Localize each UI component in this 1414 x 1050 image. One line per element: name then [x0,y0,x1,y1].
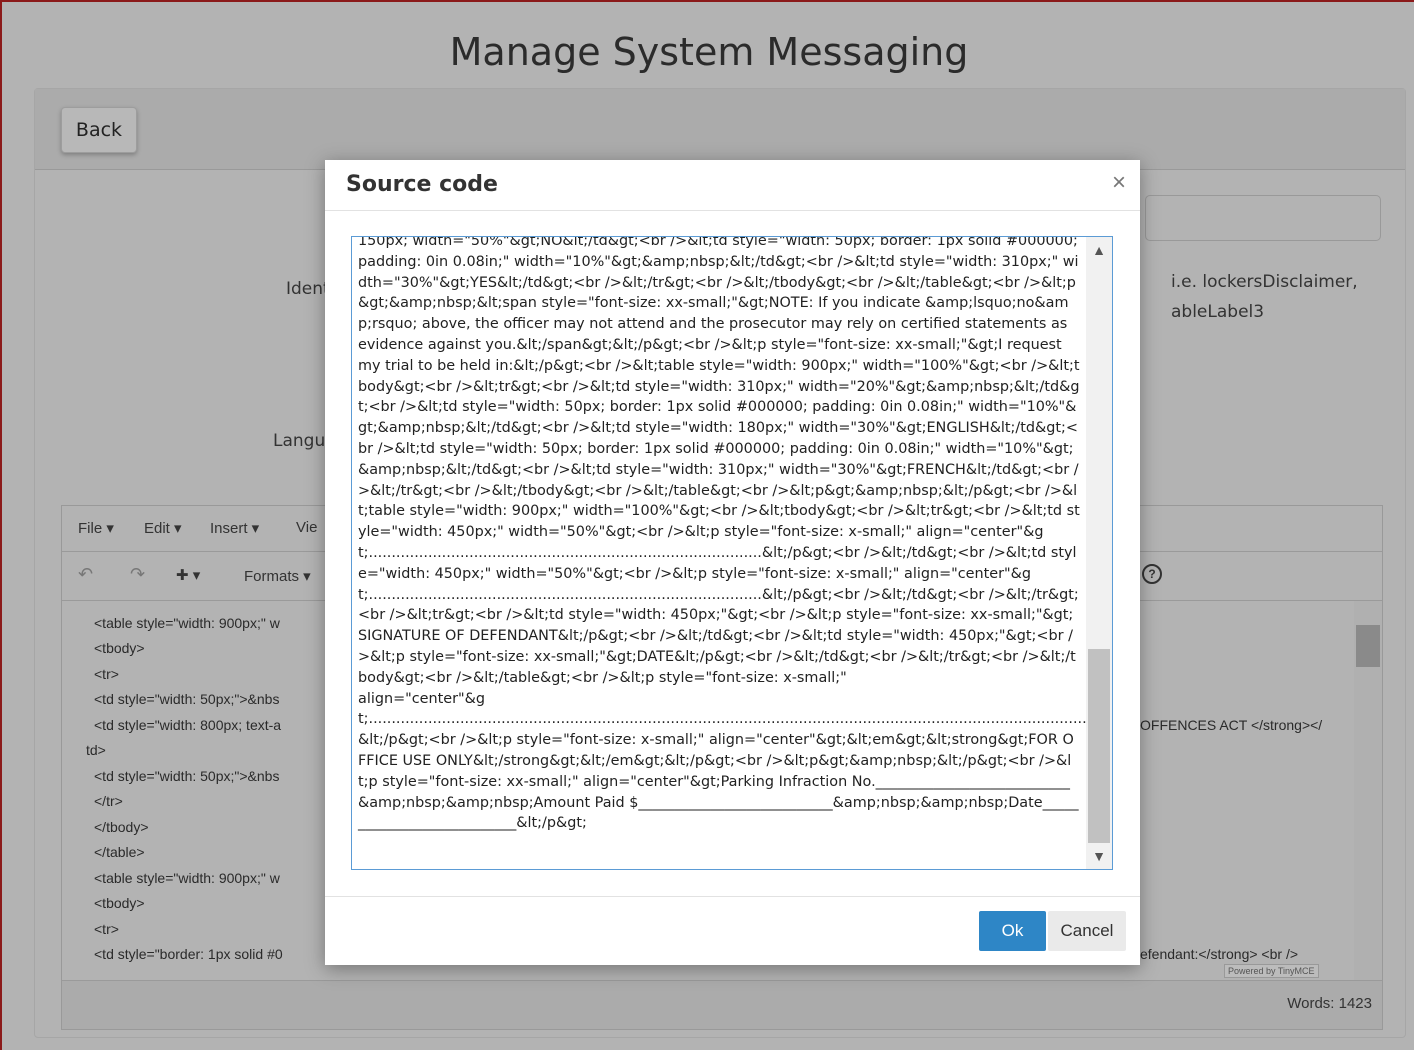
scroll-up-icon[interactable]: ▲ [1086,239,1112,261]
menu-file[interactable]: File ▾ [78,519,114,537]
title-input[interactable] [1145,195,1381,241]
cancel-button[interactable]: Cancel [1048,911,1126,951]
help-text-line-1: i.e. lockersDisclaimer, [1171,272,1358,292]
textarea-scrollbar[interactable]: ▲ ▼ [1086,237,1112,869]
dialog-footer: Ok Cancel [325,896,1140,965]
powered-by-badge[interactable]: Powered by TinyMCE [1224,964,1319,978]
close-icon[interactable]: × [1112,171,1126,195]
textarea-scrollbar-thumb[interactable] [1088,649,1110,843]
back-button[interactable]: Back [61,107,137,153]
editor-scrollbar[interactable] [1354,601,1382,981]
code-line: <tbody> [94,895,145,911]
dialog-title: Source code [346,172,498,197]
source-code-text[interactable]: 150px; width="50%"&gt;NO&lt;/td&gt;<br /… [358,237,1112,834]
editor-scrollbar-thumb[interactable] [1356,625,1380,667]
editor-statusbar: Words: 1423 [62,980,1382,1029]
code-line: <td style="width: 50px;">&nbs [94,768,280,784]
menu-insert[interactable]: Insert ▾ [210,519,259,537]
code-line: </table> [94,844,145,860]
code-line: td> [86,742,106,758]
help-icon[interactable]: ? [1142,564,1162,584]
code-line: </tbody> [94,819,149,835]
code-line: <tr> [94,921,119,937]
source-code-textarea[interactable]: 150px; width="50%"&gt;NO&lt;/td&gt;<br /… [351,236,1113,870]
redo-icon[interactable]: ↷ [130,564,145,585]
code-line: <td style="border: 1px solid #0 [94,946,283,962]
code-line: <tr> [94,666,119,682]
code-line: <tbody> [94,640,145,656]
scroll-down-icon[interactable]: ▼ [1086,845,1112,867]
menu-view[interactable]: Vie [296,519,317,536]
dialog-header: Source code × [325,160,1140,211]
help-text-line-2: ableLabel3 [1171,302,1265,322]
panel-header: Back [35,89,1405,170]
code-line: </tr> [94,793,123,809]
formats-dropdown[interactable]: Formats ▾ [244,567,311,585]
menu-edit[interactable]: Edit ▾ [144,519,182,537]
undo-icon[interactable]: ↶ [78,564,93,585]
ok-button[interactable]: Ok [979,911,1046,951]
source-code-dialog: Source code × 150px; width="50%"&gt;NO&l… [325,160,1140,965]
code-line: <table style="width: 900px;" w [94,615,280,631]
code-line: <td style="width: 800px; text-a [94,717,282,733]
code-line-right: OFFENCES ACT </strong></ [1140,717,1323,733]
word-count: Words: 1423 [1287,995,1372,1012]
page-title: Manage System Messaging [449,30,969,74]
insert-add-icon[interactable]: ✚ ▾ [176,566,200,584]
identifier-help-text: i.e. lockersDisclaimer, ableLabel3 [1171,267,1401,327]
language-label: Langu [273,431,326,451]
code-line: <td style="width: 50px;">&nbs [94,691,280,707]
code-line: <table style="width: 900px;" w [94,870,280,886]
identifier-label: Ident [286,279,330,299]
